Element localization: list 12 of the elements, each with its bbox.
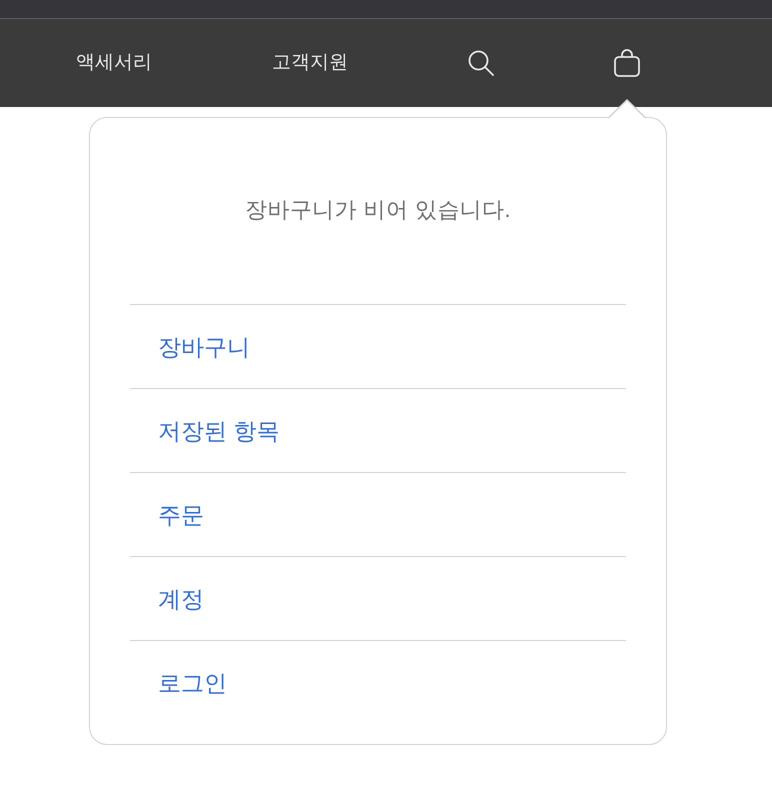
popover-link[interactable]: 저장된 항목 (158, 416, 280, 446)
popover-link[interactable]: 로그인 (158, 668, 227, 698)
search-icon (468, 50, 494, 76)
empty-bag-message: 장바구니가 비어 있습니다. (244, 196, 512, 224)
nav-link[interactable]: 액세서리 (76, 51, 152, 75)
search-button[interactable] (468, 49, 494, 77)
popover-link[interactable]: 계정 (158, 584, 204, 614)
nav-link[interactable]: 고객지원 (272, 51, 348, 75)
popover-link[interactable]: 주문 (158, 500, 204, 530)
shopping-bag-icon (614, 49, 640, 77)
popover-link[interactable]: 장바구니 (158, 332, 250, 362)
bag-button[interactable] (614, 49, 640, 77)
